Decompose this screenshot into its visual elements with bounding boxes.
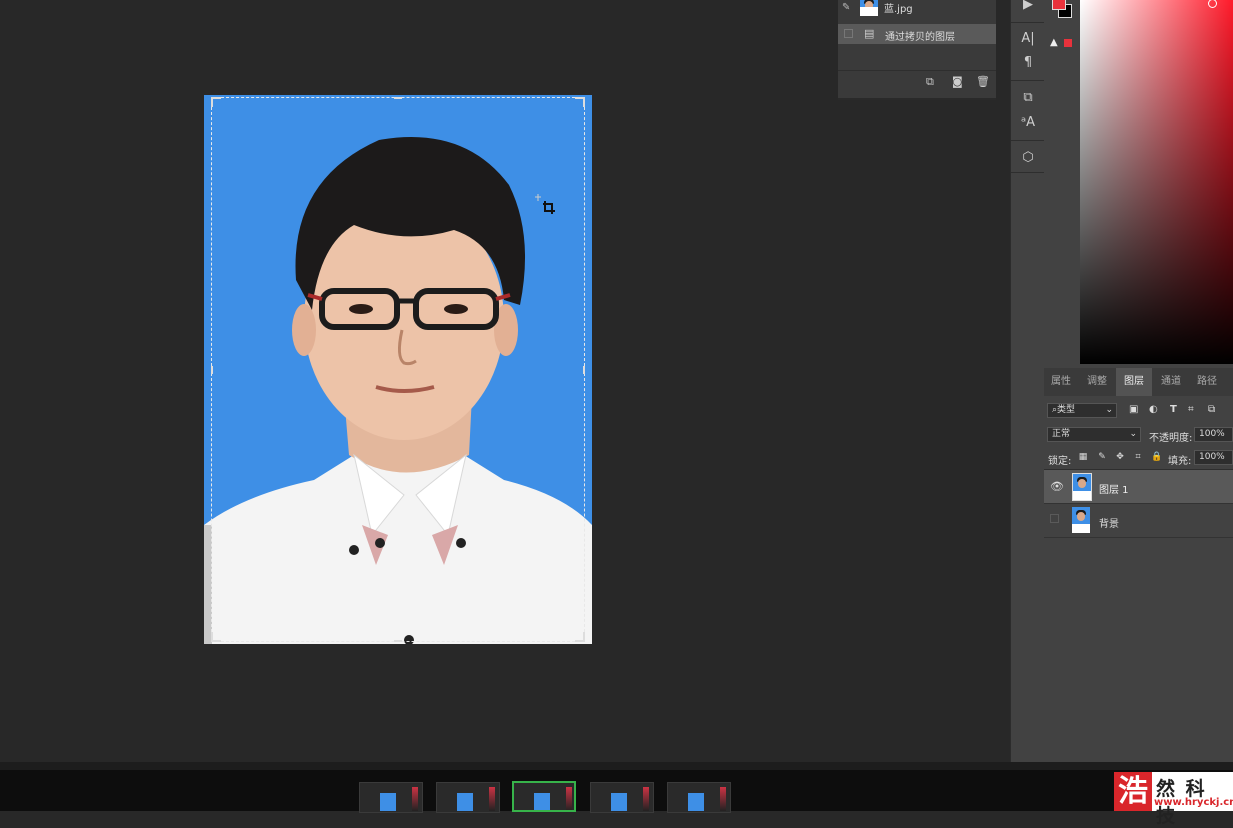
strip-divider	[1011, 172, 1045, 173]
layer-name: 图层 1	[1099, 485, 1129, 496]
trash-icon[interactable]: 🗑	[976, 75, 990, 88]
layer-name: 背景	[1099, 519, 1119, 530]
blend-mode-value: 正常	[1052, 429, 1071, 439]
taskbar	[0, 762, 1233, 813]
filter-smart-object-icon[interactable]: ⧉	[1208, 404, 1215, 415]
lock-artboard-icon[interactable]: ⌗	[1133, 452, 1143, 462]
crop-handle-top-left[interactable]	[211, 97, 221, 107]
lock-position-icon[interactable]: ✥	[1115, 452, 1125, 462]
opacity-input[interactable]: 100%	[1194, 427, 1233, 442]
crop-handle-top-right[interactable]	[575, 97, 585, 107]
panel-icon-strip: ▶ A| ¶ ⧉ ᵃA ⬡	[1010, 0, 1045, 762]
crop-handle-bottom[interactable]	[394, 632, 402, 642]
taskbar-window-thumbnail[interactable]	[436, 782, 500, 813]
foreground-color-swatch[interactable]	[1052, 0, 1066, 10]
layer-filter-kind: 类型	[1057, 405, 1076, 415]
strip-divider	[1011, 140, 1045, 141]
logo-mark: 浩	[1114, 772, 1152, 811]
filter-shape-icon[interactable]: ⌗	[1188, 404, 1194, 415]
strip-divider	[1011, 22, 1045, 23]
crop-handle-left[interactable]	[211, 366, 221, 374]
gamut-warning-icon[interactable]: ▲	[1050, 37, 1058, 48]
history-step-icon: ▤	[864, 27, 875, 40]
history-divider	[838, 70, 996, 71]
lock-all-icon[interactable]: 🔒	[1151, 452, 1162, 462]
layers-panel: 属性 调整 图层 通道 路径 ⌕类型 ⌄ ▣ ◐ T ⌗ ⧉ 正常 ⌄ 不透明度…	[1044, 368, 1233, 762]
clone-source-icon[interactable]: ⧉	[1019, 89, 1037, 107]
color-picker-cursor[interactable]	[1208, 0, 1217, 8]
tab-layers[interactable]: 图层	[1116, 368, 1152, 396]
taskbar-window-thumbnail-active[interactable]	[512, 781, 576, 812]
tab-properties[interactable]: 属性	[1044, 368, 1078, 396]
taskbar-window-thumbnail[interactable]	[667, 782, 731, 813]
opacity-label: 不透明度:	[1149, 433, 1193, 444]
crop-marquee[interactable]	[211, 97, 585, 642]
watermark-logo: 浩 然 科 技 www.hryckj.cn	[1114, 772, 1233, 827]
history-snapshot-row[interactable]: ✎ 蓝.jpg	[838, 0, 996, 18]
layer-row-layer-1[interactable]: 👁 图层 1	[1044, 470, 1233, 504]
taskbar-window-thumbnail[interactable]	[359, 782, 423, 813]
fill-label: 填充:	[1168, 456, 1192, 467]
character-icon[interactable]: A|	[1019, 30, 1037, 48]
layer-thumbnail	[1072, 507, 1090, 533]
tab-paths[interactable]: 路径	[1190, 368, 1224, 396]
lock-image-pixels-icon[interactable]: ✎	[1097, 452, 1107, 462]
paragraph-icon[interactable]: ¶	[1019, 54, 1037, 72]
fill-input[interactable]: 100%	[1194, 450, 1233, 465]
history-snapshot-label: 蓝.jpg	[884, 4, 913, 15]
history-panel: ✎ 蓝.jpg ▤ 通过拷贝的图层 ⧉ ◙ 🗑	[838, 0, 996, 100]
filter-adjustment-icon[interactable]: ◐	[1149, 404, 1158, 415]
layers-divider	[1044, 537, 1233, 538]
strip-divider	[1011, 80, 1045, 81]
new-document-from-state-icon[interactable]: ⧉	[926, 75, 934, 89]
color-picker-field[interactable]	[1080, 0, 1233, 364]
lock-transparency-icon[interactable]: ▦	[1078, 452, 1088, 462]
gamut-color-chip[interactable]	[1064, 39, 1072, 47]
filter-type-icon[interactable]: T	[1170, 404, 1177, 415]
camera-icon[interactable]: ◙	[952, 75, 963, 88]
blend-mode-select[interactable]: 正常 ⌄	[1047, 427, 1141, 442]
logo-url: www.hryckj.cn	[1154, 797, 1233, 808]
character-style-icon[interactable]: ᵃA	[1019, 114, 1037, 132]
crop-handle-bottom-right[interactable]	[575, 632, 585, 642]
history-brush-icon[interactable]: ✎	[842, 2, 850, 13]
history-source-checkbox[interactable]	[844, 29, 853, 38]
history-step-label: 通过拷贝的图层	[885, 32, 955, 43]
lock-label: 锁定:	[1048, 456, 1072, 467]
play-icon[interactable]: ▶	[1019, 0, 1037, 14]
tab-channels[interactable]: 通道	[1154, 368, 1188, 396]
layer-row-background[interactable]: 背景	[1044, 504, 1233, 538]
tab-adjustments[interactable]: 调整	[1080, 368, 1114, 396]
chevron-down-icon: ⌄	[1105, 405, 1113, 415]
visibility-toggle-off[interactable]	[1050, 514, 1059, 523]
crop-cursor-icon	[535, 194, 555, 214]
crop-handle-right[interactable]	[575, 366, 585, 374]
history-snapshot-thumbnail	[860, 0, 878, 16]
crop-handle-bottom-left[interactable]	[211, 632, 221, 642]
crop-handle-top[interactable]	[394, 97, 402, 107]
layer-filter-select[interactable]: ⌕类型 ⌄	[1047, 403, 1117, 418]
chevron-down-icon: ⌄	[1129, 429, 1137, 439]
taskbar-window-thumbnail[interactable]	[590, 782, 654, 813]
history-step-row[interactable]: ▤ 通过拷贝的图层	[838, 24, 996, 44]
filter-pixel-icon[interactable]: ▣	[1129, 404, 1138, 415]
3d-icon[interactable]: ⬡	[1019, 149, 1037, 167]
visibility-eye-icon[interactable]: 👁	[1050, 480, 1064, 493]
layer-thumbnail	[1072, 473, 1092, 501]
